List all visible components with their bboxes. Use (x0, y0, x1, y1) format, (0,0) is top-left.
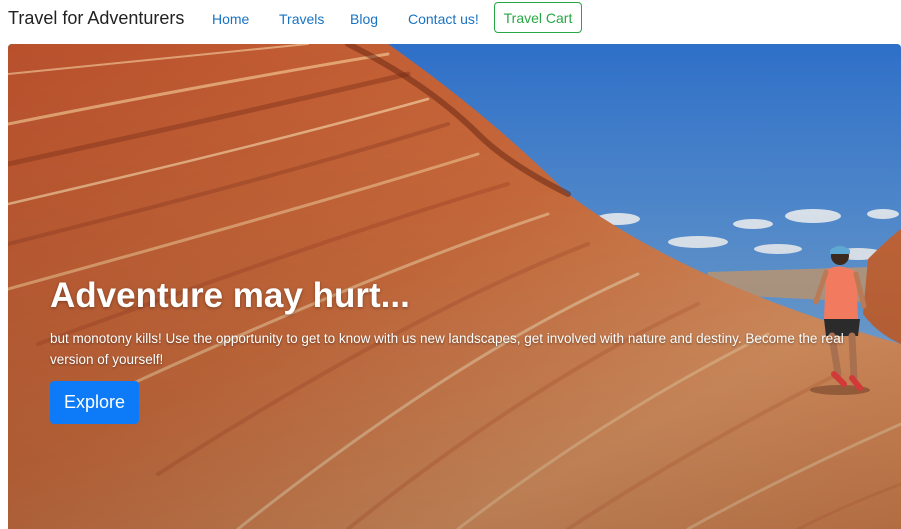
navbar: Travel for Adventurers Home Travels Blog… (0, 0, 901, 44)
brand-logo[interactable]: Travel for Adventurers (8, 8, 184, 29)
hero-banner: Adventure may hurt... but monotony kills… (8, 44, 901, 529)
nav-link-blog[interactable]: Blog (350, 11, 378, 27)
travel-cart-button[interactable]: Travel Cart (494, 2, 582, 33)
explore-button[interactable]: Explore (50, 381, 139, 424)
nav-link-home[interactable]: Home (212, 11, 249, 27)
hero-caption: Adventure may hurt... but monotony kills… (50, 276, 885, 370)
hero-text: but monotony kills! Use the opportunity … (50, 330, 844, 367)
hero-title: Adventure may hurt... (50, 276, 410, 315)
nav-link-contact[interactable]: Contact us! (408, 11, 479, 27)
nav-link-travels[interactable]: Travels (279, 11, 324, 27)
